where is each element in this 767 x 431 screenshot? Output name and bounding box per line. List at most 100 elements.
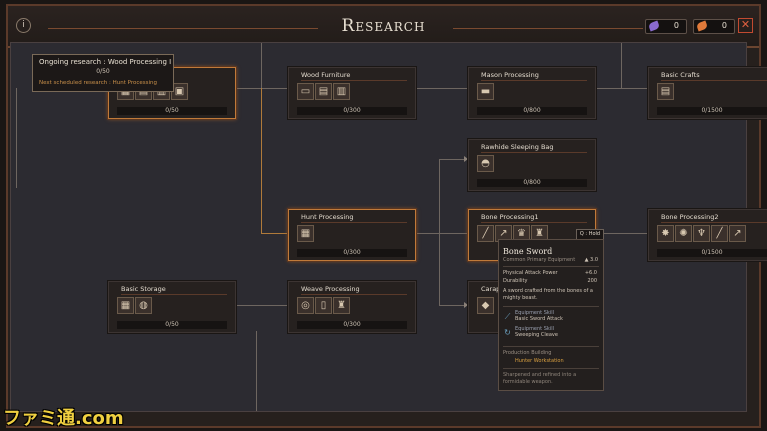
shelf-icon: ▤ — [315, 83, 332, 100]
node-items: ▬ — [477, 83, 495, 100]
node-wood-furniture[interactable]: Wood Furniture ▭ ▤ ▥ 0/300 — [288, 67, 416, 119]
workbench-icon: ▤ — [657, 83, 674, 100]
node-rawhide-sleeping-bag[interactable]: Rawhide Sleeping Bag ◓ 0/800 — [468, 139, 596, 191]
next-scheduled-research: Next scheduled research : Hunt Processin… — [39, 80, 157, 86]
stat-value: 200 — [587, 278, 597, 284]
divider — [503, 306, 599, 307]
close-button[interactable]: ✕ — [738, 18, 753, 33]
node-bone-processing2[interactable]: Bone Processing2 ✸ ✺ ♆ ╱ ↗ 0/1500 — [648, 209, 767, 261]
node-title: Hunt Processing — [301, 213, 354, 221]
node-basic-crafts[interactable]: Basic Crafts ▤ 0/1500 — [648, 67, 767, 119]
node-items: ✸ ✺ ♆ ╱ ↗ — [657, 225, 747, 242]
node-divider — [481, 80, 587, 81]
bone-sword-icon[interactable]: ╱ — [477, 225, 494, 242]
item-name: Bone Sword — [503, 247, 553, 256]
hunter-workstation-icon: ▦ — [297, 225, 314, 242]
equipment-skill-1: ⟋ Equipment Skill Basic Sword Attack — [503, 310, 563, 322]
resource-counter-orange: 0 — [693, 19, 735, 34]
connector — [413, 233, 468, 234]
stat-durability: 200 Durability — [503, 278, 597, 284]
ongoing-research-panel: Ongoing research : Wood Processing I 0/5… — [32, 54, 174, 92]
stat-value: +6.0 — [584, 270, 597, 276]
node-weave-processing[interactable]: Weave Processing ◎ ▯ ♜ 0/300 — [288, 281, 416, 333]
bone-staff-icon: ↗ — [729, 225, 746, 242]
connector — [256, 331, 257, 411]
connector — [16, 88, 17, 188]
node-divider — [661, 80, 767, 81]
divider — [503, 368, 599, 369]
node-basic-storage[interactable]: Basic Storage ▦ ◍ 0/50 — [108, 281, 236, 333]
node-mason-processing[interactable]: Mason Processing ▬ 0/800 — [468, 67, 596, 119]
resource-value: 0 — [721, 21, 727, 30]
ongoing-research-progress: 0/50 — [96, 68, 110, 75]
bone-crest-icon: ✺ — [675, 225, 692, 242]
stat-attack: +6.0 Physical Attack Power — [503, 270, 597, 276]
level-icon: ▲ — [584, 257, 589, 263]
ongoing-research-title: Ongoing research : Wood Processing I — [39, 58, 172, 66]
table-icon: ▥ — [333, 83, 350, 100]
connector — [261, 43, 262, 88]
node-title: Basic Crafts — [661, 71, 700, 79]
resource-value: 0 — [673, 21, 679, 30]
node-title: Bone Processing1 — [481, 213, 539, 221]
connector — [233, 305, 288, 306]
node-title: Wood Furniture — [301, 71, 351, 79]
node-items: ▦ — [297, 225, 315, 242]
title-divider-right — [453, 28, 643, 29]
node-divider — [481, 152, 587, 153]
bone-mask-icon: ♆ — [693, 225, 710, 242]
tunic-icon: ♜ — [333, 297, 350, 314]
node-progress: 0/800 — [477, 107, 587, 115]
node-title: Mason Processing — [481, 71, 539, 79]
carapace-icon: ◆ — [477, 297, 494, 314]
stat-label: Physical Attack Power — [503, 270, 558, 276]
item-tooltip: Bone Sword Common Primary Equipment ▲ 3.… — [498, 239, 604, 391]
node-items: ◆ — [477, 297, 495, 314]
divider — [503, 266, 599, 267]
node-divider — [661, 222, 767, 223]
node-items: ◎ ▯ ♜ — [297, 297, 351, 314]
storage-crate-icon: ▦ — [117, 297, 134, 314]
level-value: 3.0 — [590, 257, 598, 263]
cleave-skill-icon: ↻ — [504, 327, 511, 337]
item-description: A sword crafted from the bones of a migh… — [503, 288, 593, 301]
production-label: Production Building — [503, 350, 552, 356]
skill-name: Sweeping Cleave — [515, 332, 558, 338]
node-divider — [301, 80, 407, 81]
stone-cart-icon: ▬ — [477, 83, 494, 100]
research-tree-canvas[interactable]: ▦▤▥▣ 0/50 Wood Furniture ▭▤▥ 0/300 Mason… — [10, 42, 767, 412]
node-items: ▦ ◍ — [117, 297, 153, 314]
bone-shield-icon: ✸ — [657, 225, 674, 242]
item-level: ▲ 3.0 — [585, 257, 598, 263]
resource-counter-purple: 0 — [645, 19, 687, 34]
equipment-skill-2: ↻ Equipment Skill Sweeping Cleave — [503, 326, 558, 338]
connector — [621, 43, 622, 88]
node-title: Bone Processing2 — [661, 213, 719, 221]
node-divider — [481, 222, 587, 223]
skill-name: Basic Sword Attack — [515, 316, 563, 322]
divider — [503, 346, 599, 347]
feather-orange-icon — [695, 20, 709, 32]
connector — [261, 233, 288, 234]
node-progress: 0/50 — [117, 321, 227, 329]
stat-label: Durability — [503, 278, 528, 284]
connector — [413, 88, 468, 89]
node-title: Basic Storage — [121, 285, 166, 293]
node-progress: 0/1500 — [657, 249, 767, 257]
sword-skill-icon: ⟋ — [504, 311, 511, 321]
node-items: ▤ — [657, 83, 675, 100]
feather-purple-icon — [647, 20, 661, 32]
node-progress: 0/1500 — [657, 107, 767, 115]
node-hunt-processing[interactable]: Hunt Processing ▦ 0/300 — [288, 209, 416, 261]
node-divider — [301, 294, 407, 295]
bone-blade-icon: ╱ — [711, 225, 728, 242]
node-title: Weave Processing — [301, 285, 360, 293]
node-items: ◓ — [477, 155, 495, 172]
node-progress: 0/50 — [117, 107, 227, 115]
sleeping-bag-icon: ◓ — [477, 155, 494, 172]
node-divider — [301, 222, 407, 223]
item-category: Common Primary Equipment — [503, 257, 576, 263]
connector — [261, 88, 262, 233]
node-progress: 0/300 — [297, 321, 407, 329]
production-value: Hunter Workstation — [515, 358, 564, 364]
